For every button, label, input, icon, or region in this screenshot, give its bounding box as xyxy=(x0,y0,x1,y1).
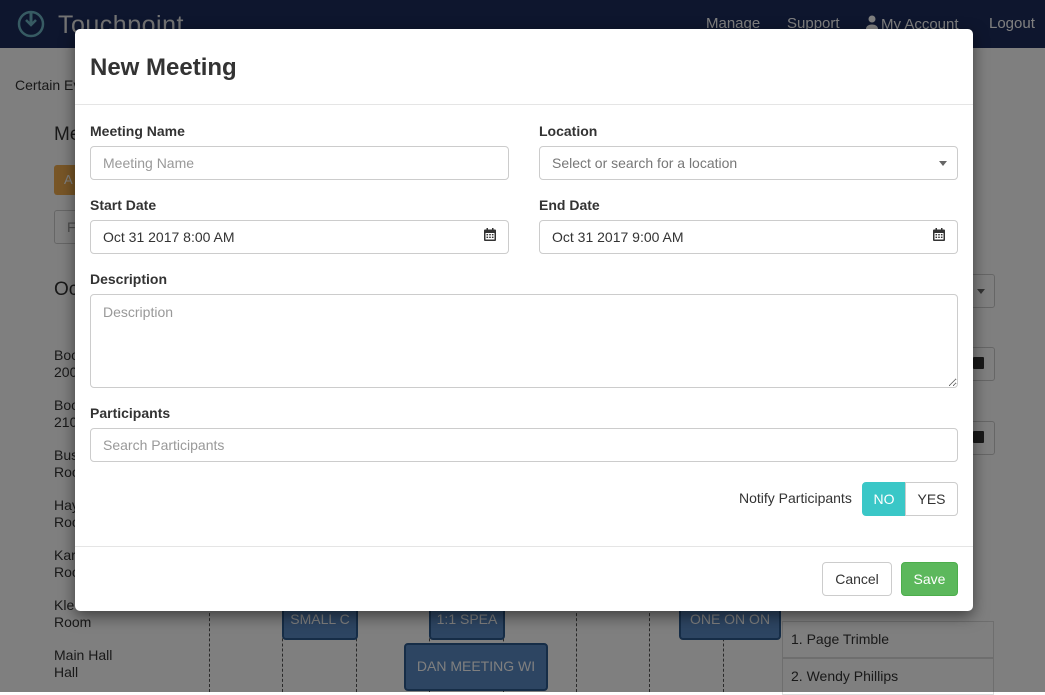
end-date-input[interactable]: Oct 31 2017 9:00 AM xyxy=(539,220,921,254)
notify-no-button[interactable]: NO xyxy=(862,482,906,516)
modal-title: New Meeting xyxy=(90,54,237,81)
location-select[interactable]: Select or search for a location xyxy=(539,146,958,180)
notify-participants-label: Notify Participants xyxy=(739,490,852,506)
meeting-name-input[interactable] xyxy=(90,146,509,180)
description-label: Description xyxy=(90,271,168,287)
participants-label: Participants xyxy=(90,405,171,421)
notify-yes-button[interactable]: YES xyxy=(905,482,958,516)
modal-footer xyxy=(75,546,973,547)
end-date-label: End Date xyxy=(539,197,600,213)
start-date-calendar-button[interactable] xyxy=(471,220,509,254)
chevron-down-icon xyxy=(939,161,947,166)
start-date-label: Start Date xyxy=(90,197,157,213)
save-button[interactable]: Save xyxy=(901,562,958,596)
location-label: Location xyxy=(539,123,598,139)
participants-search-input[interactable] xyxy=(90,428,958,462)
description-textarea[interactable] xyxy=(90,294,958,388)
cancel-button[interactable]: Cancel xyxy=(822,562,892,596)
start-date-input[interactable]: Oct 31 2017 8:00 AM xyxy=(90,220,472,254)
calendar-icon xyxy=(932,228,945,246)
location-select-placeholder: Select or search for a location xyxy=(552,155,738,171)
meeting-name-label: Meeting Name xyxy=(90,123,185,139)
modal-header: New Meeting xyxy=(75,29,973,105)
new-meeting-modal: New Meeting Meeting Name Location Select… xyxy=(75,29,973,611)
end-date-calendar-button[interactable] xyxy=(920,220,958,254)
start-date-group: Oct 31 2017 8:00 AM xyxy=(90,220,509,254)
end-date-group: Oct 31 2017 9:00 AM xyxy=(539,220,958,254)
calendar-icon xyxy=(483,228,496,246)
